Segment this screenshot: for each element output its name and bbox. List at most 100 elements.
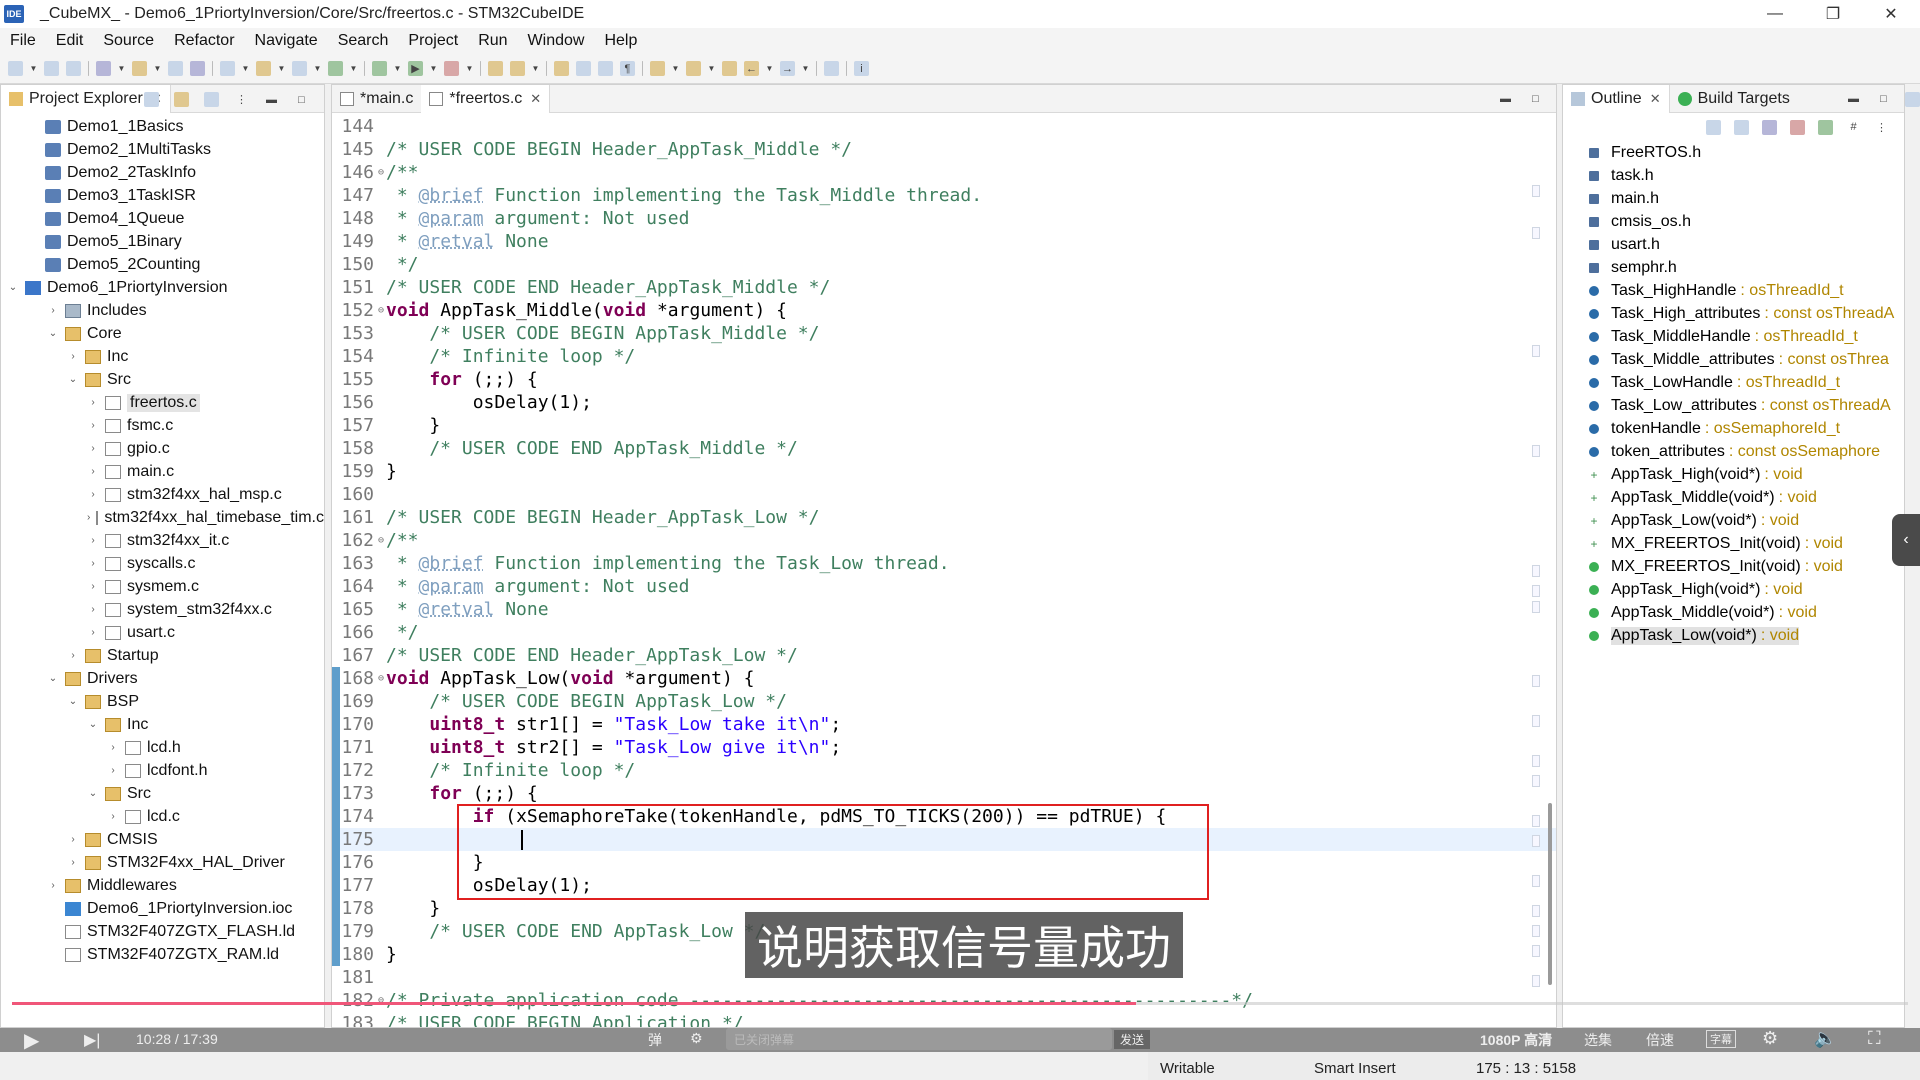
chevron-down-icon[interactable]: ⌄ [87,788,99,799]
code-line[interactable]: 150 */ [332,253,1556,276]
minimize-button[interactable]: — [1746,0,1804,28]
tree-item[interactable]: Demo2_2TaskInfo [1,161,324,184]
show-whitespace-icon[interactable] [598,61,613,76]
tree-item[interactable]: Demo1_1Basics [1,115,324,138]
chevron-right-icon[interactable]: › [87,581,99,592]
fold-toggle-icon[interactable]: ⊖ [378,673,386,684]
menu-run[interactable]: Run [478,32,507,50]
tree-item[interactable]: › CMSIS [1,828,324,851]
tree-item[interactable]: › STM32F4xx_HAL_Driver [1,851,324,874]
code-line[interactable]: 173 for (;;) { [332,782,1556,805]
sort-icon[interactable] [1734,119,1749,135]
chevron-right-icon[interactable]: › [47,305,59,316]
overview-ruler-marker[interactable] [1532,925,1540,937]
chevron-down-icon[interactable]: ⌄ [47,328,59,339]
tab-freertos-c[interactable]: *freertos.c ✕ [421,84,551,113]
external-tools-dropdown-icon[interactable]: ▼ [466,61,474,76]
volume-icon[interactable]: 🔈 [1814,1028,1836,1049]
code-line[interactable]: 166 */ [332,621,1556,644]
chevron-right-icon[interactable]: › [67,834,79,845]
tree-item[interactable]: › gpio.c [1,437,324,460]
code-line[interactable]: 164 * @param argument: Not used [332,575,1556,598]
outline-item[interactable]: MX_FREERTOS_Init(void): void [1563,555,1904,578]
chevron-right-icon[interactable]: › [107,765,119,776]
maximize-view-icon[interactable]: □ [1528,91,1543,106]
forward-icon[interactable]: → [780,61,795,76]
chevron-down-icon[interactable]: ⌄ [67,696,79,707]
previous-annotation-icon[interactable] [686,61,701,76]
close-icon[interactable]: ✕ [1650,91,1661,107]
tree-item[interactable]: › fsmc.c [1,414,324,437]
external-tools-icon[interactable] [444,61,459,76]
overview-ruler-marker[interactable] [1532,601,1540,613]
chevron-right-icon[interactable]: › [107,742,119,753]
maximize-view-icon[interactable]: □ [1876,91,1891,106]
tree-item[interactable]: › freertos.c [1,391,324,414]
overview-ruler-marker[interactable] [1532,185,1540,197]
outline-item[interactable]: Task_MiddleHandle: osThreadId_t [1563,325,1904,348]
view-menu-icon[interactable]: ⋮ [1874,120,1889,135]
overview-ruler-marker[interactable] [1532,755,1540,767]
tree-item[interactable]: ⌄ Demo6_1PriortyInversion [1,276,324,299]
overview-ruler-marker[interactable] [1532,565,1540,577]
code-line[interactable]: 144 [332,115,1556,138]
overview-ruler-marker[interactable] [1532,585,1540,597]
chevron-right-icon[interactable]: › [67,857,79,868]
new-dropdown-icon[interactable]: ▼ [30,61,38,76]
code-line[interactable]: 155 for (;;) { [332,368,1556,391]
code-line[interactable]: 161 /* USER CODE BEGIN Header_AppTask_Low… [332,506,1556,529]
outline-item[interactable]: + AppTask_Middle(void*): void [1563,486,1904,509]
search-tool-dropdown-icon[interactable]: ▼ [532,61,540,76]
chevron-right-icon[interactable]: › [87,443,99,454]
restore-icon[interactable] [1905,92,1920,107]
episodes-button[interactable]: 选集 [1584,1030,1612,1050]
maximize-button[interactable]: ❐ [1804,0,1862,28]
code-area[interactable]: 144 145 /* USER CODE BEGIN Header_AppTask_… [332,115,1556,1027]
close-button[interactable]: ✕ [1862,0,1920,28]
tree-item[interactable]: Demo5_2Counting [1,253,324,276]
code-line[interactable]: 172 /* Infinite loop */ [332,759,1556,782]
tab-outline[interactable]: Outline ✕ [1563,84,1670,113]
chevron-right-icon[interactable]: › [87,466,99,477]
tree-item[interactable]: › system_stm32f4xx.c [1,598,324,621]
new-source-folder-icon[interactable] [256,61,271,76]
debug-icon[interactable] [372,61,387,76]
tree-item[interactable]: › sysmem.c [1,575,324,598]
outline-item[interactable]: cmsis_os.h [1563,210,1904,233]
chevron-right-icon[interactable]: › [87,535,99,546]
toggle-mark-occurrences-icon[interactable] [554,61,569,76]
code-line[interactable]: 162 ⊖/** [332,529,1556,552]
outline-item[interactable]: task.h [1563,164,1904,187]
outline-item[interactable]: semphr.h [1563,256,1904,279]
pilcrow-icon[interactable]: ¶ [620,61,635,76]
chevron-down-icon[interactable]: ⌄ [67,374,79,385]
code-line[interactable]: 167 /* USER CODE END Header_AppTask_Low *… [332,644,1556,667]
outline-item[interactable]: Task_HighHandle: osThreadId_t [1563,279,1904,302]
tree-item[interactable]: › stm32f4xx_it.c [1,529,324,552]
run-dropdown-icon[interactable]: ▼ [430,61,438,76]
tree-item[interactable]: › lcdfont.h [1,759,324,782]
collapse-all-icon[interactable] [1706,119,1721,135]
chevron-down-icon[interactable]: ⌄ [47,673,59,684]
outline-item[interactable]: main.h [1563,187,1904,210]
new-class-icon[interactable] [328,61,343,76]
tree-item[interactable]: Demo2_1MultiTasks [1,138,324,161]
outline-item[interactable]: Task_High_attributes: const osThreadA [1563,302,1904,325]
menu-project[interactable]: Project [408,32,458,50]
chevron-right-icon[interactable]: › [47,880,59,891]
fold-toggle-icon[interactable]: ⊖ [378,535,386,546]
code-line[interactable]: 153 /* USER CODE BEGIN AppTask_Middle */ [332,322,1556,345]
code-line[interactable]: 170 uint8_t str1[] = "Task_Low take it\n… [332,713,1556,736]
tree-item[interactable]: › Middlewares [1,874,324,897]
overview-ruler-marker[interactable] [1532,227,1540,239]
overview-ruler-marker[interactable] [1532,815,1540,827]
tree-item[interactable]: Demo4_1Queue [1,207,324,230]
overview-ruler-marker[interactable] [1532,345,1540,357]
tree-item[interactable]: Demo6_1PriortyInversion.ioc [1,897,324,920]
view-menu-icon[interactable]: ⋮ [234,92,249,107]
outline-item[interactable]: AppTask_Low(void*): void [1563,624,1904,647]
device-config-icon[interactable] [190,61,205,76]
outline-item[interactable]: usart.h [1563,233,1904,256]
code-line[interactable]: 159} [332,460,1556,483]
tree-item[interactable]: ⌄ Drivers [1,667,324,690]
